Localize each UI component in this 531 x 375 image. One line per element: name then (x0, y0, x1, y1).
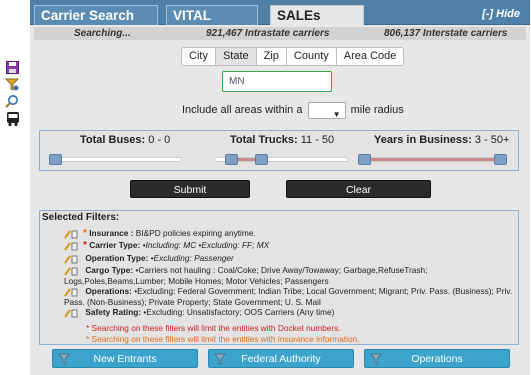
search-tab-bar: Carrier Search VITAL Search SALEs Search… (30, 0, 530, 43)
filter-row-safety-rating: Safety Rating: •Excluding: Unsatisfactor… (64, 307, 514, 318)
location-tab-state[interactable]: State (215, 47, 257, 66)
slider-low-handle[interactable] (224, 154, 238, 165)
edit-delete-icon[interactable] (64, 308, 81, 318)
location-tab-county[interactable]: County (286, 47, 337, 66)
filter-value: •Excluding: Passenger (150, 253, 234, 263)
search-zoom-icon[interactable] (4, 94, 20, 108)
filter-row-insurance: * Insurance : BI&PD policies expiring an… (64, 228, 514, 240)
trucks-slider[interactable] (214, 154, 348, 165)
operations-label: Operations (411, 353, 463, 365)
tab-carrier-search[interactable]: Carrier Search (34, 5, 158, 25)
buses-slider-label: Total Buses: 0 - 0 (80, 134, 170, 146)
location-tabs: City State Zip County Area Code (181, 47, 405, 66)
tab-sales-search[interactable]: SALEs Search (270, 5, 364, 43)
hide-panel-link[interactable]: [-] Hide (482, 8, 520, 20)
edit-delete-icon[interactable] (64, 254, 81, 264)
docket-warning: * Searching on these filters will limit … (86, 323, 341, 333)
buses-slider[interactable] (49, 154, 182, 165)
trucks-slider-label: Total Trucks: 11 - 50 (230, 134, 334, 146)
years-slider[interactable] (357, 154, 507, 165)
searching-status: Searching... (74, 28, 131, 39)
tab-vital-search[interactable]: VITAL Search (166, 5, 258, 43)
slider-high-handle[interactable] (49, 154, 62, 165)
slider-high-handle[interactable] (494, 154, 507, 165)
years-value: 3 - 50+ (474, 134, 510, 146)
filter-row-operations: Operations: •Excluding: Federal Governme… (64, 286, 514, 307)
slider-low-handle[interactable] (357, 154, 371, 165)
new-entrants-label: New Entrants (93, 353, 157, 365)
trucks-label: Total Trucks: (230, 134, 298, 146)
filter-name: Operations: (85, 286, 132, 296)
status-bar: Searching... 921,467 Intrastate carriers… (34, 27, 526, 40)
tool-strip (2, 58, 22, 130)
federal-authority-button[interactable]: Federal Authority (208, 349, 354, 368)
radius-suffix-label: mile radius (350, 104, 404, 116)
range-sliders: Total Buses: 0 - 0 Total Trucks: 11 - 50… (39, 130, 519, 171)
red-star-icon: * (83, 240, 87, 251)
filter-name: Cargo Type: (85, 265, 134, 275)
new-entrants-button[interactable]: New Entrants (52, 349, 198, 368)
location-tab-city[interactable]: City (181, 47, 216, 66)
federal-authority-label: Federal Authority (241, 353, 321, 365)
buses-value: 0 - 0 (148, 134, 171, 146)
bus-icon[interactable] (4, 111, 22, 127)
filter-icon (58, 353, 70, 365)
dropdown-arrow-icon: ▼ (332, 109, 341, 119)
filter-name: Operation Type: (85, 253, 149, 263)
filter-name: Insurance : (89, 228, 134, 238)
filter-value: BI&PD policies expiring anytime. (135, 228, 256, 238)
filter-icon (370, 353, 382, 365)
submit-button[interactable]: Submit (130, 180, 250, 198)
years-slider-label: Years in Business: 3 - 50+ (374, 134, 509, 146)
slider-high-handle[interactable] (255, 154, 269, 165)
sales-search-panel: Carrier Search VITAL Search SALEs Search… (30, 0, 530, 375)
interstate-count: 806,137 Interstate carriers (384, 28, 508, 39)
filter-name: Safety Rating: (85, 307, 142, 317)
edit-delete-icon[interactable] (64, 241, 81, 251)
state-input[interactable]: MN (222, 71, 332, 92)
filter-row-cargo-type: Cargo Type: •Carriers not hauling : Coal… (64, 265, 514, 286)
insurance-warning: * Searching on these filters will limit … (86, 334, 360, 344)
radius-row: Include all areas within a ▼ mile radius (182, 101, 404, 119)
buses-label: Total Buses: (80, 134, 146, 146)
filter-value: •Excluding: Unsatisfactory; OOS Carriers… (143, 307, 335, 317)
selected-filters-box: Selected Filters: * Insurance : BI&PD po… (39, 210, 519, 345)
radius-prefix-label: Include all areas within a (182, 104, 303, 116)
slider-range-fill (363, 158, 503, 161)
operations-button[interactable]: Operations (364, 349, 510, 368)
save-icon[interactable] (4, 60, 20, 74)
filter-row-carrier-type: * Carrier Type: •Including: MC •Excludin… (64, 240, 514, 252)
docket-warning-text: Searching on these filters will limit th… (91, 323, 341, 333)
filter-icon (214, 353, 226, 365)
edit-delete-icon[interactable] (64, 229, 81, 239)
years-label: Years in Business: (374, 134, 472, 146)
edit-delete-icon[interactable] (64, 266, 81, 276)
insurance-warning-text: Searching on these filters will limit th… (91, 334, 360, 344)
filter-icon[interactable] (4, 77, 20, 91)
orange-star-icon: * (83, 228, 87, 239)
location-tab-area-code[interactable]: Area Code (336, 47, 405, 66)
filter-value: •Excluding: Federal Government; Indian T… (64, 286, 513, 307)
filter-row-operation-type: Operation Type: •Excluding: Passenger (64, 253, 514, 264)
filter-name: Carrier Type: (89, 240, 141, 250)
selected-filters-title: Selected Filters: (42, 212, 120, 223)
clear-button[interactable]: Clear (286, 180, 431, 198)
radius-select[interactable]: ▼ (307, 101, 346, 119)
edit-delete-icon[interactable] (64, 287, 81, 297)
intrastate-count: 921,467 Intrastate carriers (206, 28, 330, 39)
location-tab-zip[interactable]: Zip (256, 47, 287, 66)
trucks-value: 11 - 50 (300, 134, 335, 146)
filter-value: •Including: MC •Excluding: FF; MX (142, 240, 270, 250)
